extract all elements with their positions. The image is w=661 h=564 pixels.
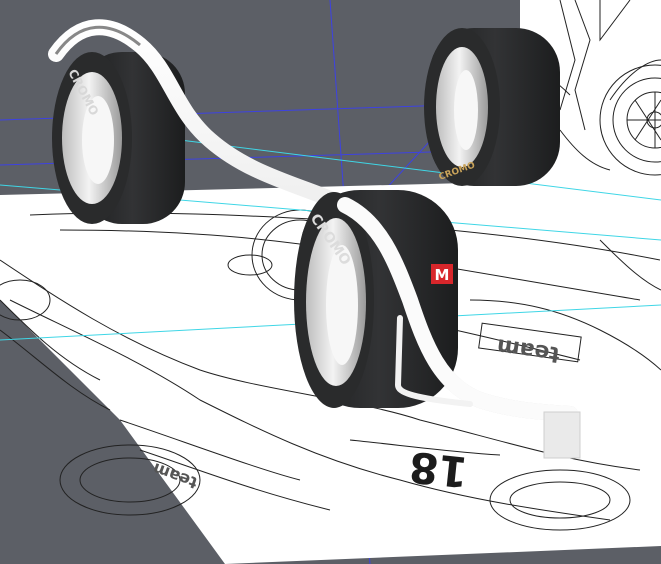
m-badge: M [431,264,453,284]
3d-viewport[interactable]: team team 18 CROMO CROMO CROMO M [0,0,661,564]
viewport-scene: team team 18 CROMO CROMO CROMO M [0,0,661,564]
upright-block[interactable] [543,411,581,459]
m-badge-letter: M [435,266,450,284]
blueprint-car-number: 18 [407,442,470,497]
tire-rear-right[interactable]: CROMO [424,28,560,186]
